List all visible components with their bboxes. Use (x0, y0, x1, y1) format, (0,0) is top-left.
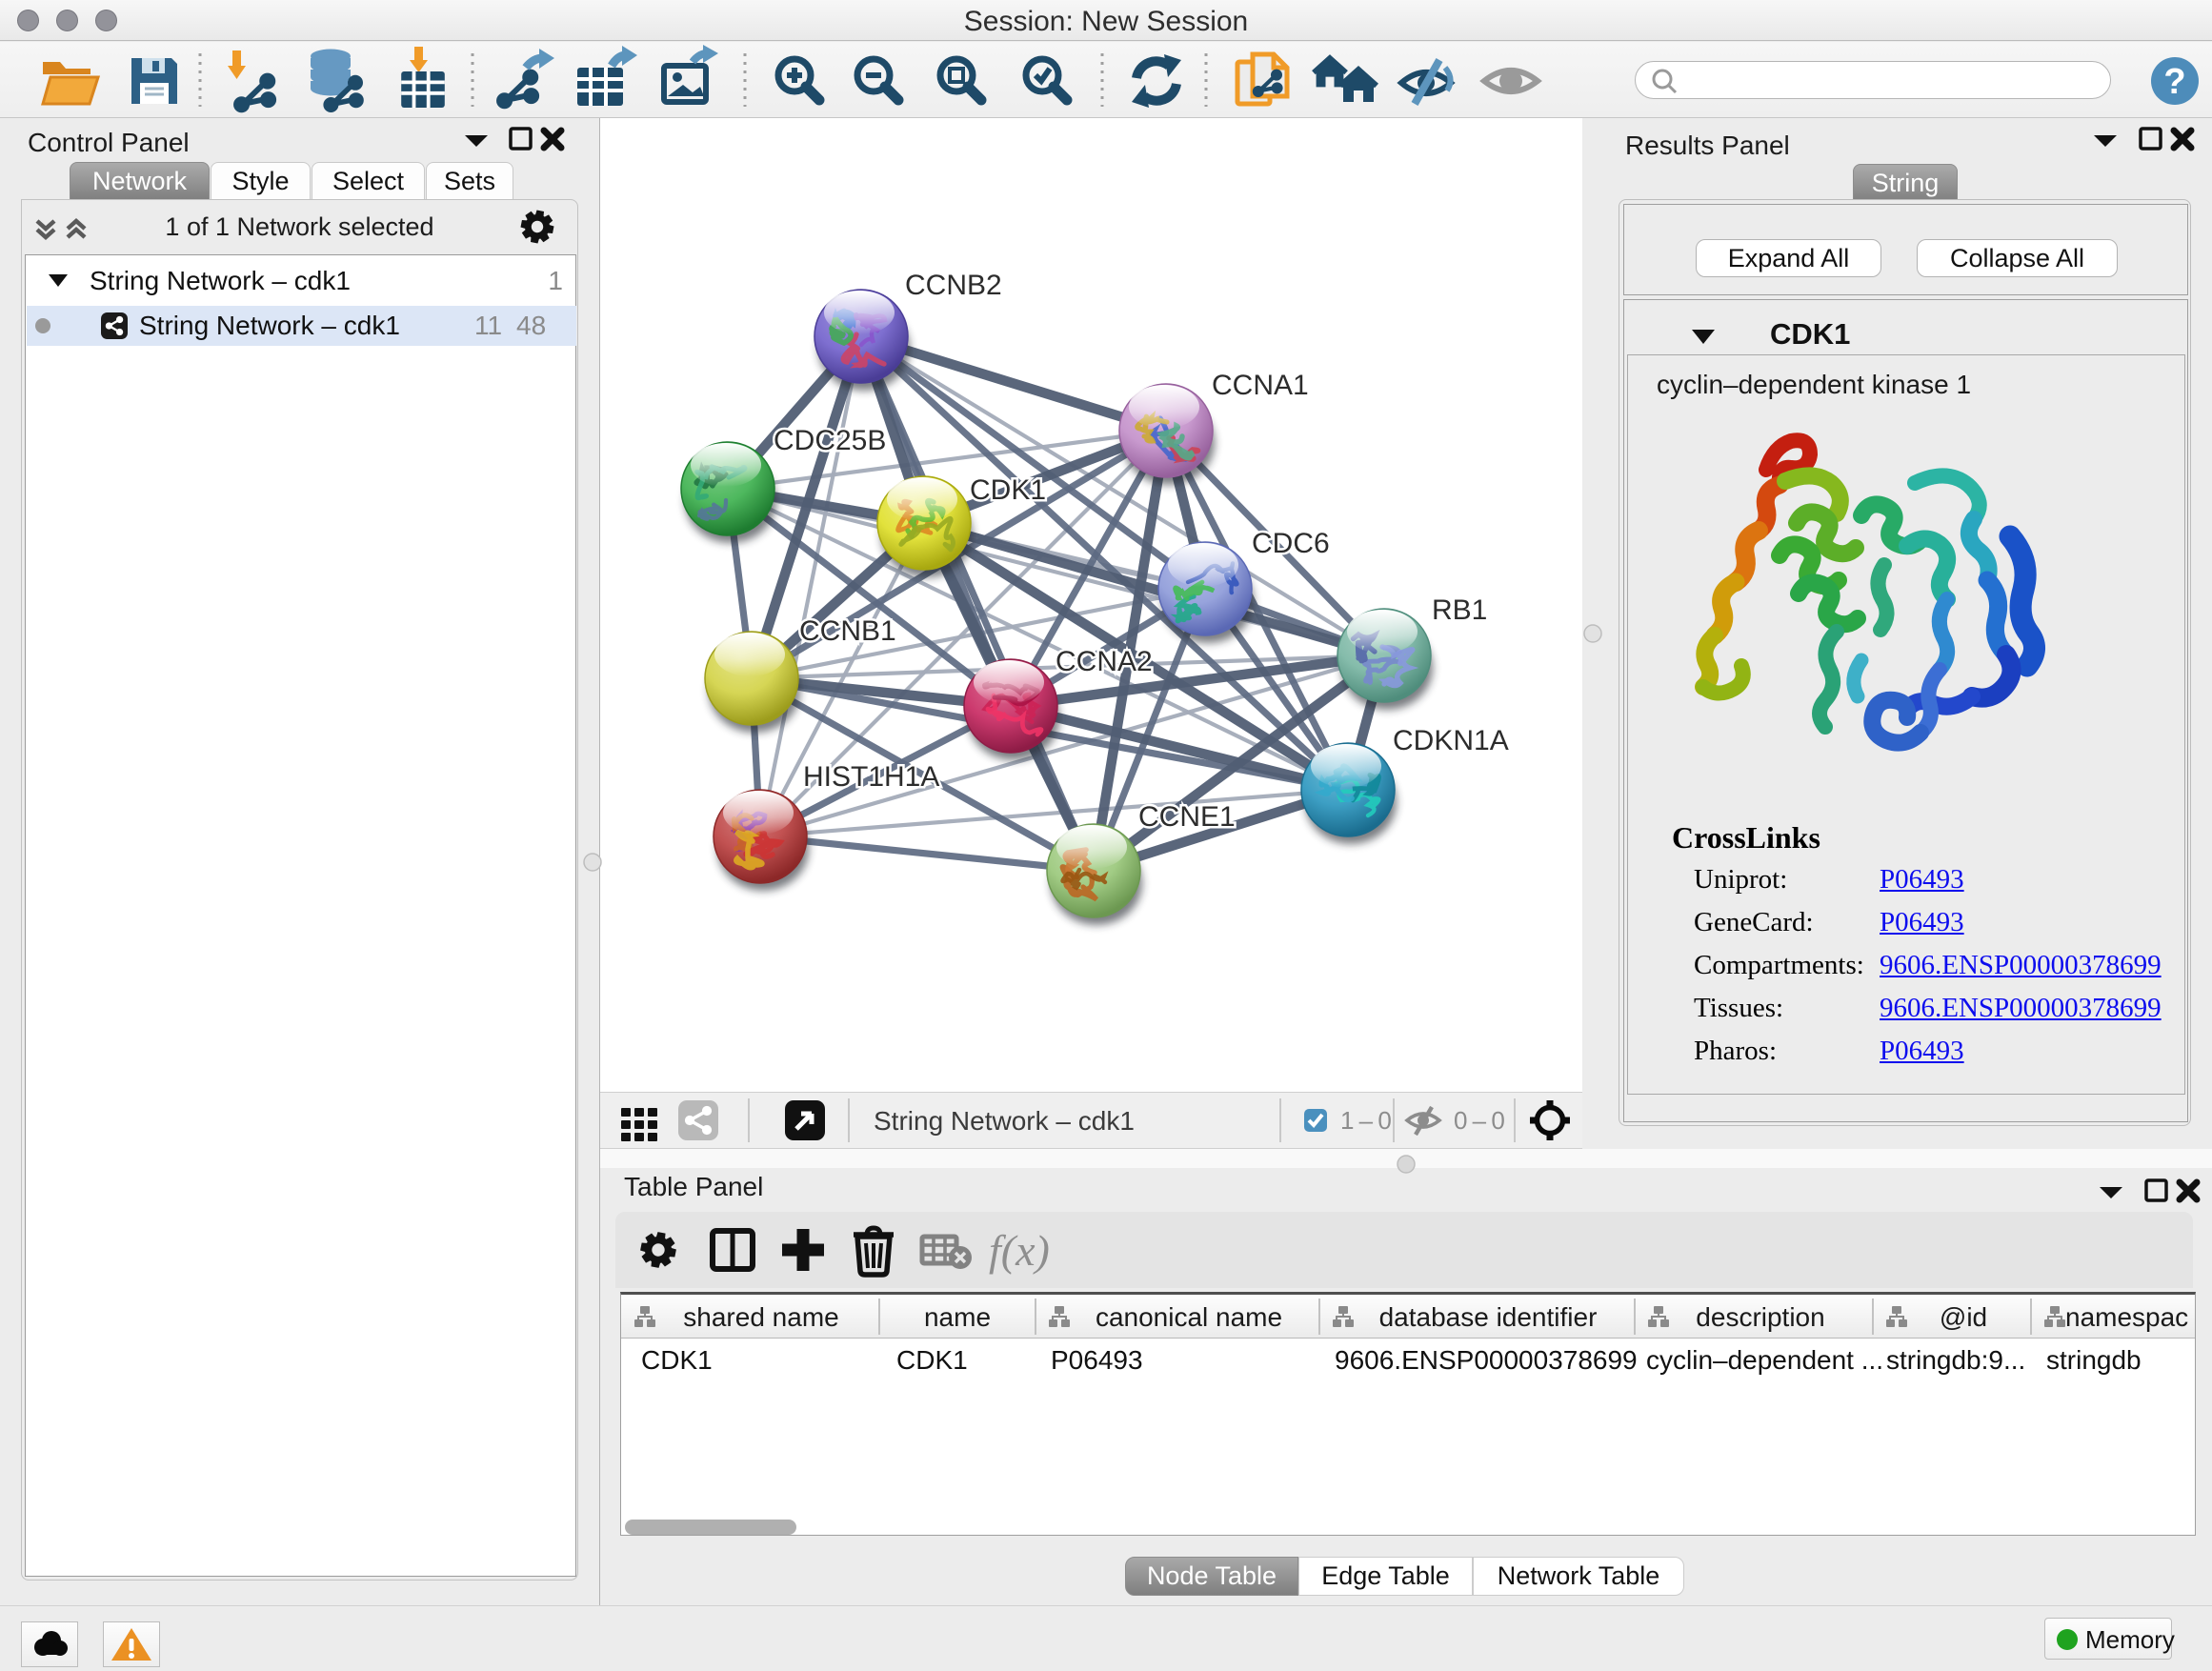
svg-text:CDK1: CDK1 (641, 1345, 713, 1375)
svg-text:f(x): f(x) (989, 1226, 1050, 1275)
svg-text:String Network – cdk1: String Network – cdk1 (874, 1106, 1135, 1136)
svg-text:CCNE1: CCNE1 (1138, 801, 1236, 833)
svg-text:HIST1H1A: HIST1H1A (803, 761, 939, 793)
svg-text:CDK1: CDK1 (970, 474, 1046, 506)
svg-text:?: ? (2163, 62, 2185, 102)
svg-text:CCNB2: CCNB2 (905, 270, 1002, 301)
svg-text:namespac: namespac (2065, 1302, 2188, 1332)
svg-text:9606.ENSP00000378699: 9606.ENSP00000378699 (1335, 1345, 1638, 1375)
svg-text:CCNA2: CCNA2 (1056, 646, 1153, 677)
svg-text:shared name: shared name (683, 1302, 838, 1332)
svg-text:1 – 0: 1 – 0 (1340, 1106, 1392, 1135)
svg-text:stringdb:9...: stringdb:9... (1886, 1345, 2025, 1375)
svg-text:@id: @id (1940, 1302, 1987, 1332)
svg-text:RB1: RB1 (1432, 594, 1487, 626)
svg-text:P06493: P06493 (1051, 1345, 1143, 1375)
svg-text:canonical name: canonical name (1096, 1302, 1282, 1332)
svg-text:CDKN1A: CDKN1A (1393, 725, 1509, 756)
svg-text:0 – 0: 0 – 0 (1454, 1106, 1505, 1135)
svg-text:CDK1: CDK1 (896, 1345, 968, 1375)
svg-text:database identifier: database identifier (1379, 1302, 1598, 1332)
svg-text:CCNB1: CCNB1 (799, 615, 896, 647)
svg-text:stringdb: stringdb (2046, 1345, 2142, 1375)
svg-text:CDC25B: CDC25B (774, 425, 886, 456)
svg-text:description: description (1696, 1302, 1824, 1332)
svg-text:name: name (924, 1302, 991, 1332)
svg-text:cyclin–dependent ...: cyclin–dependent ... (1646, 1345, 1883, 1375)
svg-text:CDC6: CDC6 (1252, 528, 1330, 559)
svg-text:CCNA1: CCNA1 (1212, 370, 1309, 401)
